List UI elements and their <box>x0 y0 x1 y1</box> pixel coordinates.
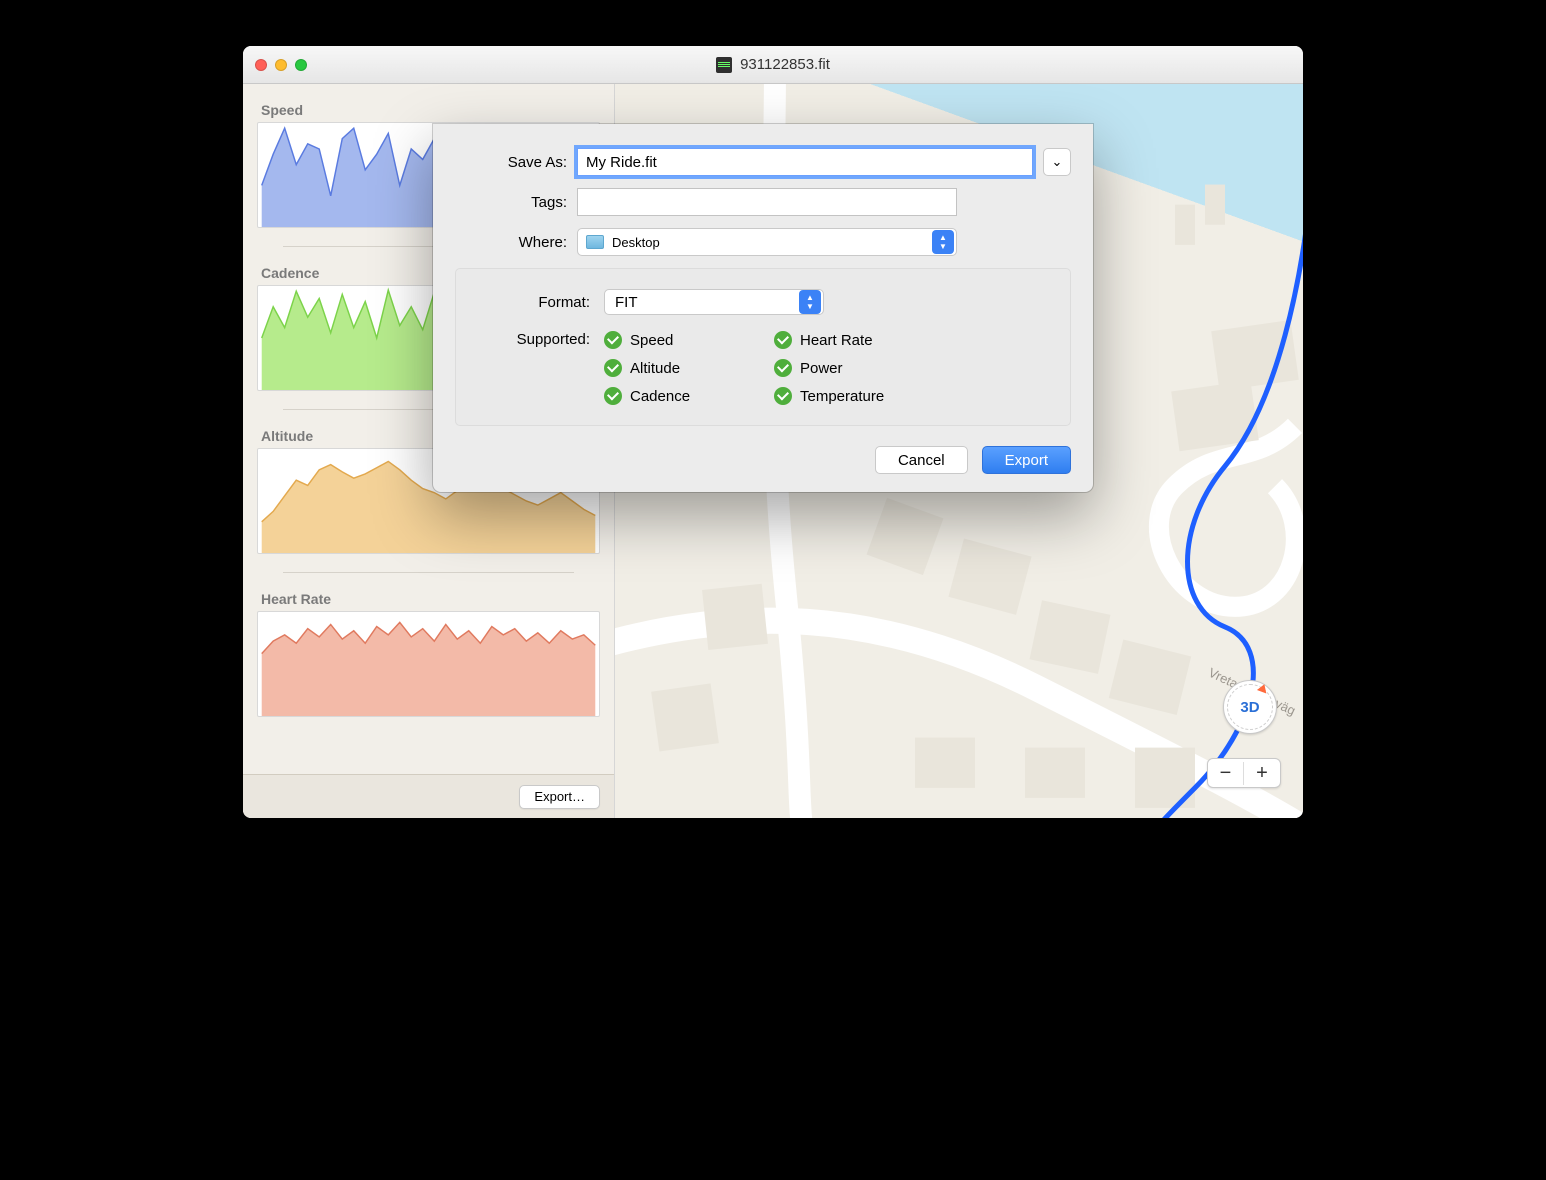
export-options: Format: FIT ▲▼ Supported: Speed Heart Ra… <box>455 268 1071 426</box>
supported-item: Heart Rate <box>774 331 934 349</box>
close-window-button[interactable] <box>255 59 267 71</box>
check-icon <box>774 359 792 377</box>
supported-grid: Speed Heart Rate Altitude Power Cadence … <box>604 331 934 405</box>
chart-label: Speed <box>261 102 600 118</box>
chart-label: Heart Rate <box>261 591 600 607</box>
supported-label: Supported: <box>478 331 590 348</box>
supported-item: Temperature <box>774 387 934 405</box>
export-confirm-button[interactable]: Export <box>982 446 1071 474</box>
window-controls <box>255 59 307 71</box>
save-sheet: Save As: ⌄ Tags: Where: Desktop ▲▼ <box>433 124 1093 492</box>
tags-label: Tags: <box>455 194 567 211</box>
check-icon <box>774 331 792 349</box>
check-icon <box>774 387 792 405</box>
supported-item: Speed <box>604 331 764 349</box>
supported-item: Power <box>774 359 934 377</box>
tags-input[interactable] <box>577 188 957 216</box>
minimize-window-button[interactable] <box>275 59 287 71</box>
popup-arrows-icon: ▲▼ <box>932 230 954 254</box>
format-select[interactable]: FIT ▲▼ <box>604 289 824 315</box>
zoom-in-button[interactable]: + <box>1244 762 1280 785</box>
where-value: Desktop <box>612 235 660 250</box>
supported-item: Altitude <box>604 359 764 377</box>
cancel-button[interactable]: Cancel <box>875 446 968 474</box>
where-label: Where: <box>455 234 567 251</box>
chevron-down-icon: ⌄ <box>1052 154 1063 170</box>
expand-save-panel-button[interactable]: ⌄ <box>1043 148 1071 176</box>
map-zoom-control: − + <box>1207 758 1281 788</box>
titlebar: 931122853.fit <box>243 46 1303 84</box>
export-button[interactable]: Export… <box>519 785 600 809</box>
chart-svg <box>258 612 599 716</box>
document-icon <box>716 57 732 73</box>
window-title: 931122853.fit <box>740 56 830 73</box>
where-select[interactable]: Desktop ▲▼ <box>577 228 957 256</box>
sidebar-footer: Export… <box>243 774 614 818</box>
format-value: FIT <box>615 294 638 311</box>
format-label: Format: <box>478 294 590 311</box>
content: Speed Cadence Altitude Heart Rate Export <box>243 84 1303 818</box>
popup-arrows-icon: ▲▼ <box>799 290 821 314</box>
folder-icon <box>586 235 604 249</box>
supported-item: Cadence <box>604 387 764 405</box>
save-as-input[interactable] <box>577 148 1033 176</box>
map-compass-3d-button[interactable]: 3D <box>1223 680 1277 734</box>
check-icon <box>604 331 622 349</box>
check-icon <box>604 359 622 377</box>
app-window: 931122853.fit Speed Cadence Altitude Hea… <box>243 46 1303 818</box>
zoom-out-button[interactable]: − <box>1208 762 1244 785</box>
chart-card-heart-rate[interactable]: Heart Rate <box>243 591 614 717</box>
check-icon <box>604 387 622 405</box>
zoom-window-button[interactable] <box>295 59 307 71</box>
save-as-label: Save As: <box>455 154 567 171</box>
